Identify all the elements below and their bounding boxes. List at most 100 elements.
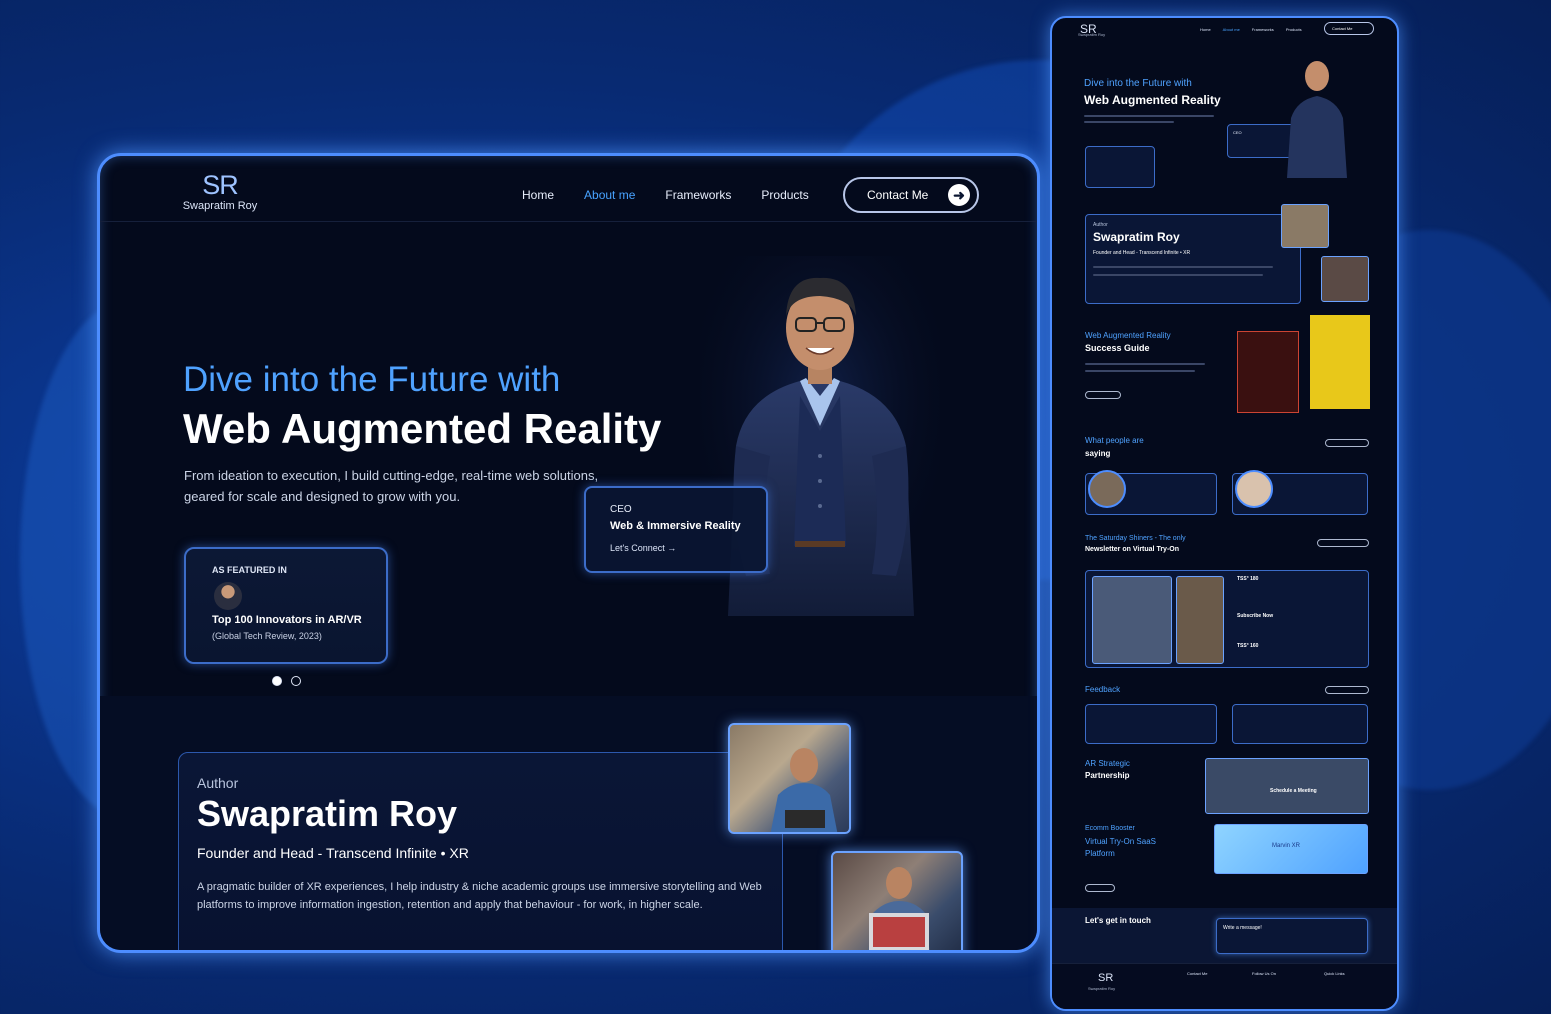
- mobile-newsletter-item-2[interactable]: Subscribe Now: [1237, 613, 1273, 619]
- mobile-footer-links: Quick Links: [1324, 971, 1345, 976]
- mobile-logo-name: Swapratim Roy: [1078, 32, 1106, 37]
- logo-mark: SR: [202, 170, 239, 200]
- mobile-nav-home[interactable]: Home: [1200, 27, 1211, 32]
- mobile-touch-title: Let's get in touch: [1085, 916, 1151, 925]
- nav-item-home[interactable]: Home: [522, 188, 554, 202]
- mobile-author-label: Author: [1093, 222, 1108, 228]
- hero-title: Web Augmented Reality: [183, 405, 662, 452]
- arrow-right-icon: ➜: [948, 184, 970, 206]
- mobile-ecomm-title-1: Ecomm Booster: [1085, 825, 1135, 832]
- mobile-newsletter-photo: [1092, 576, 1172, 664]
- nav-item-frameworks[interactable]: Frameworks: [665, 188, 731, 202]
- featured-label: AS FEATURED IN: [212, 565, 287, 575]
- mobile-newsletter-photo: [1176, 576, 1224, 664]
- mobile-partnership-title-2: Partnership: [1085, 771, 1130, 780]
- author-photo-desk: [728, 723, 851, 834]
- mobile-ecomm-title-2: Virtual Try-On SaaS: [1085, 837, 1156, 846]
- carousel-dot-1[interactable]: [272, 676, 282, 686]
- mobile-schedule-meeting[interactable]: Schedule a Meeting: [1270, 788, 1317, 794]
- mobile-author-name: Swapratim Roy: [1093, 230, 1180, 244]
- mobile-footer-follow: Follow Us On: [1252, 971, 1277, 976]
- mobile-newsletter-title-2: Newsletter on Virtual Try-On: [1085, 546, 1180, 553]
- mobile-testimonials-title-1: What people are: [1085, 436, 1144, 445]
- mobile-testimonials-title-2: saying: [1085, 449, 1111, 458]
- top-nav: SR Swapratim Roy Home About me Framework…: [100, 156, 1037, 222]
- mobile-partnership-title-1: AR Strategic: [1085, 759, 1130, 768]
- desktop-preview: SR Swapratim Roy Home About me Framework…: [97, 153, 1040, 953]
- mobile-feedback-button[interactable]: [1325, 686, 1369, 694]
- mobile-newsletter-item-3[interactable]: TSS° 160: [1237, 643, 1258, 649]
- mobile-ecomm-screen: [1214, 824, 1368, 874]
- mobile-author-bio: [1093, 266, 1273, 268]
- hero-description: From ideation to execution, I build cutt…: [184, 468, 599, 504]
- mobile-partnership-photo: [1205, 758, 1369, 814]
- mobile-guide-subtitle: Web Augmented Reality: [1085, 331, 1171, 340]
- mobile-view-all-button[interactable]: [1325, 439, 1369, 447]
- hero-subtitle: Dive into the Future with: [183, 360, 561, 399]
- mobile-guide-text: [1085, 370, 1195, 372]
- mobile-feedback-card: [1085, 704, 1217, 744]
- mobile-book-cover: [1310, 315, 1370, 409]
- mobile-ecomm-screen-label: Marvin XR: [1272, 843, 1301, 849]
- nav-item-products[interactable]: Products: [761, 188, 808, 202]
- carousel-dots: [272, 676, 301, 686]
- author-role: Founder and Head - Transcend Infinite • …: [197, 845, 469, 861]
- fullpage-preview: SR Swapratim Roy Home About me Framework…: [1050, 16, 1399, 1011]
- mobile-newsletter-title-1: The Saturday Shiners - The only: [1085, 535, 1186, 542]
- author-label: Author: [197, 775, 239, 791]
- ceo-title: Web & Immersive Reality: [610, 520, 741, 532]
- nav-links: Home About me Frameworks Products: [522, 188, 809, 202]
- lets-connect-link[interactable]: Let's Connect →: [610, 543, 766, 553]
- mobile-feedback-title: Feedback: [1085, 685, 1121, 694]
- mobile-avatar: [1235, 470, 1273, 508]
- mobile-contact-button[interactable]: Contact Me: [1324, 22, 1374, 35]
- author-name: Swapratim Roy: [197, 793, 458, 834]
- mobile-feedback-card: [1232, 704, 1368, 744]
- featured-card[interactable]: AS FEATURED IN Top 100 Innovators in AR/…: [184, 547, 388, 664]
- mobile-nav-products[interactable]: Products: [1286, 27, 1302, 32]
- mobile-author-photo: [1281, 204, 1329, 248]
- mobile-avatar: [1088, 470, 1126, 508]
- mobile-hero-text: [1084, 115, 1214, 117]
- mobile-portrait: [1287, 61, 1347, 178]
- featured-title: Top 100 Innovators in AR/VR: [212, 614, 362, 626]
- nav-item-about[interactable]: About me: [584, 188, 635, 202]
- mobile-hero-subtitle: Dive into the Future with: [1084, 78, 1192, 89]
- lets-connect-label: Let's Connect: [610, 543, 665, 553]
- logo-name: Swapratim Roy: [182, 200, 258, 212]
- contact-button[interactable]: Contact Me ➜: [843, 177, 979, 213]
- carousel-dot-2[interactable]: [291, 676, 301, 686]
- mobile-featured-card[interactable]: [1085, 146, 1155, 188]
- mobile-guide-title: Success Guide: [1085, 343, 1150, 353]
- featured-note: (Global Tech Review, 2023): [212, 631, 322, 641]
- logo[interactable]: SR Swapratim Roy: [180, 170, 260, 213]
- mobile-hero-title: Web Augmented Reality: [1084, 93, 1221, 107]
- arrow-right-icon: →: [667, 543, 677, 553]
- mobile-book-cover: [1237, 331, 1299, 413]
- mobile-nav: Home About me Frameworks Products: [1200, 27, 1302, 32]
- ceo-role: CEO: [610, 504, 632, 515]
- mobile-author-bio: [1093, 274, 1263, 276]
- featured-avatar: [214, 582, 242, 610]
- mobile-author-photo: [1321, 256, 1369, 302]
- author-photo-laptop: [831, 851, 963, 950]
- author-bio: A pragmatic builder of XR experiences, I…: [197, 881, 762, 911]
- mobile-ecomm-title-3: Platform: [1085, 849, 1115, 858]
- mobile-footer-name: Swapratim Roy: [1088, 986, 1116, 991]
- mobile-author-role: Founder and Head - Transcend Infinite • …: [1093, 250, 1191, 256]
- author-card: Author Swapratim Roy Founder and Head - …: [178, 752, 783, 950]
- mobile-nav-about[interactable]: About me: [1223, 27, 1240, 32]
- mobile-newsletter-item-1[interactable]: TSS° 180: [1237, 576, 1258, 582]
- ceo-card[interactable]: CEO Web & Immersive Reality Let's Connec…: [584, 486, 768, 573]
- mobile-newsletter-button[interactable]: [1317, 539, 1369, 547]
- mobile-hero-text: [1084, 121, 1174, 123]
- mobile-message-input[interactable]: Write a message!: [1216, 918, 1368, 954]
- mobile-ecomm-button[interactable]: [1085, 884, 1115, 892]
- mobile-guide-button[interactable]: [1085, 391, 1121, 399]
- contact-button-label: Contact Me: [867, 188, 929, 202]
- mobile-footer-contact: Contact Me: [1187, 971, 1208, 976]
- mobile-guide-text: [1085, 363, 1205, 365]
- mobile-author-card: [1085, 214, 1301, 304]
- mobile-footer-logo: SR: [1098, 972, 1114, 984]
- mobile-nav-frameworks[interactable]: Frameworks: [1252, 27, 1274, 32]
